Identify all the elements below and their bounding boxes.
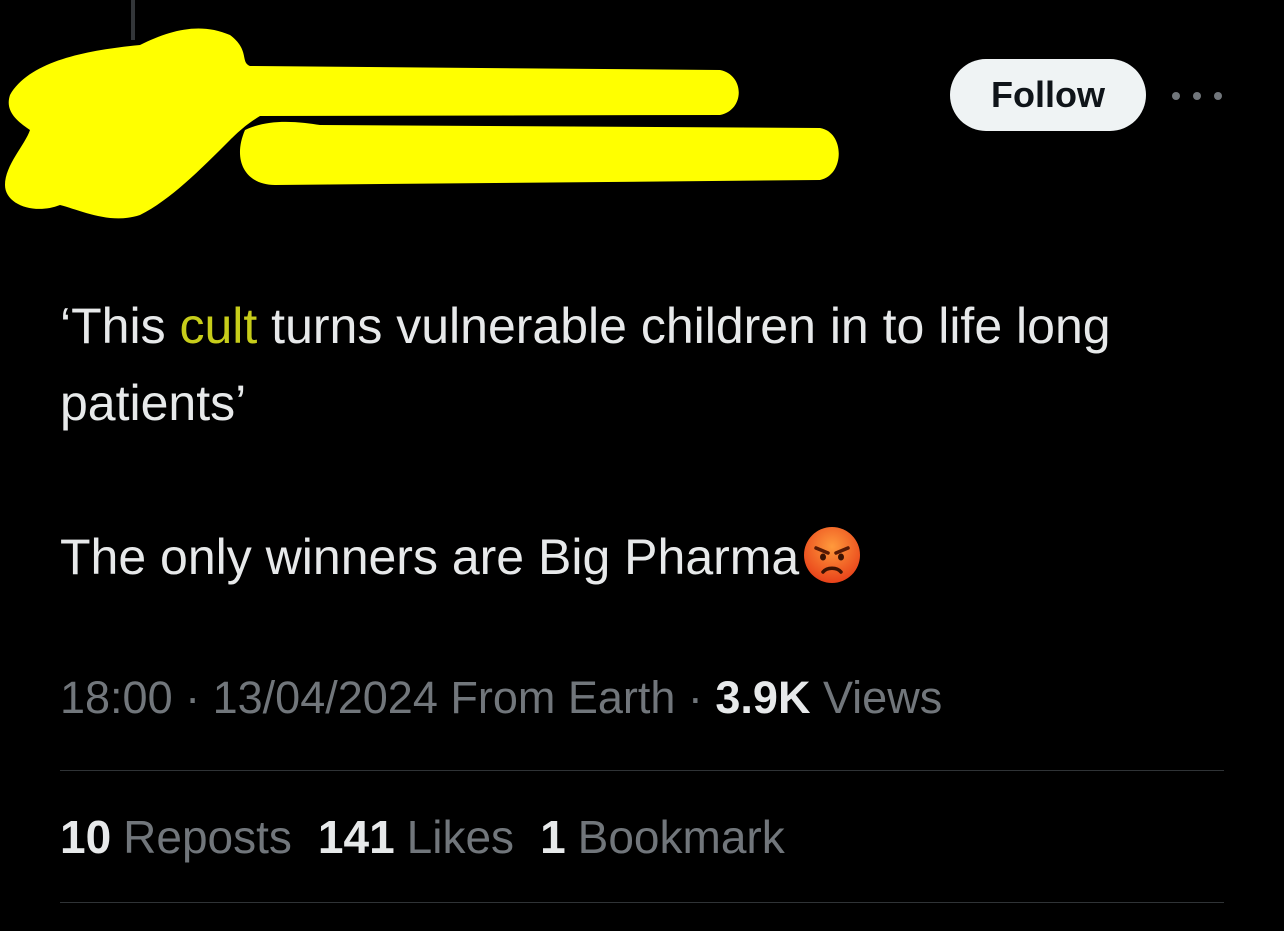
likes-label: Likes (406, 811, 515, 863)
follow-button[interactable]: Follow (950, 59, 1146, 131)
likes-stat[interactable]: 141 Likes (318, 810, 514, 864)
angry-face-emoji-icon (804, 527, 861, 583)
redaction-scribble (5, 28, 839, 219)
tweet-source: From Earth (437, 672, 676, 723)
views-count: 3.9K (715, 672, 811, 723)
likes-count: 141 (317, 811, 395, 863)
bookmarks-count: 1 (540, 811, 566, 863)
tweet-text-line-2: The only winners are Big Pharma (60, 529, 800, 585)
bookmarks-stat[interactable]: 1 Bookmark (540, 810, 785, 864)
more-horizontal-icon[interactable] (1172, 86, 1222, 106)
reposts-label: Reposts (123, 811, 292, 863)
views-label: Views (810, 672, 943, 723)
meta-separator: · (172, 672, 213, 723)
bookmarks-label: Bookmark (577, 811, 785, 863)
tweet-metadata: 18:00 · 13/04/2024 From Earth · 3.9K Vie… (60, 672, 942, 724)
more-dot (1172, 92, 1180, 100)
more-dot (1193, 92, 1201, 100)
divider (60, 770, 1224, 771)
tweet-time[interactable]: 18:00 (60, 672, 173, 723)
tweet-date[interactable]: 13/04/2024 (213, 672, 438, 723)
tweet-paragraph-1: ‘This cult turns vulnerable children in … (60, 288, 1230, 442)
tweet-text: ‘This cult turns vulnerable children in … (60, 288, 1230, 596)
highlighted-word: cult (179, 298, 258, 354)
more-dot (1214, 92, 1222, 100)
engagement-stats: 10 Reposts 141 Likes 1 Bookmark (60, 810, 785, 864)
meta-separator: · (675, 672, 716, 723)
reposts-count: 10 (60, 811, 112, 863)
reposts-stat[interactable]: 10 Reposts (60, 810, 292, 864)
divider (60, 902, 1224, 903)
tweet-text-quote-start: ‘This (60, 298, 180, 354)
tweet-paragraph-2: The only winners are Big Pharma (60, 519, 1230, 596)
